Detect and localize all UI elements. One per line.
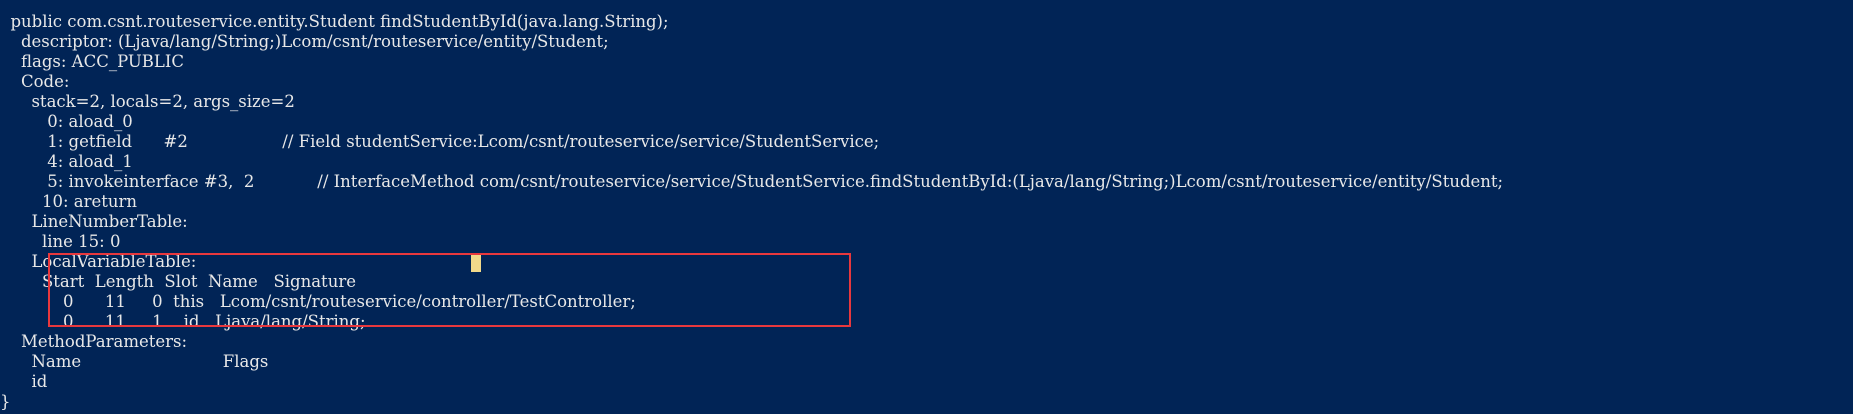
terminal-line: LineNumberTable:	[0, 212, 188, 231]
terminal-line: stack=2, locals=2, args_size=2	[0, 92, 295, 111]
terminal-line: Code:	[0, 72, 70, 91]
terminal-line: 4: aload_1	[0, 152, 133, 171]
terminal-line: flags: ACC_PUBLIC	[0, 52, 185, 71]
terminal-output: public com.csnt.routeservice.entity.Stud…	[0, 12, 1503, 412]
terminal-line: descriptor: (Ljava/lang/String;)Lcom/csn…	[0, 32, 609, 51]
terminal-line: id	[0, 372, 48, 391]
terminal-line: }	[0, 392, 11, 411]
terminal-line: Name Flags	[0, 352, 269, 371]
text-cursor	[471, 255, 481, 272]
terminal-window[interactable]: public com.csnt.routeservice.entity.Stud…	[0, 0, 1853, 414]
terminal-line: 5: invokeinterface #3, 2 // InterfaceMet…	[0, 172, 1504, 191]
terminal-line: 0: aload_0	[0, 112, 133, 131]
terminal-line: 1: getfield #2 // Field studentService:L…	[0, 132, 880, 151]
terminal-line: 10: areturn	[0, 192, 138, 211]
terminal-line: MethodParameters:	[0, 332, 188, 351]
local-variable-table-highlight	[48, 253, 851, 327]
terminal-line: public com.csnt.routeservice.entity.Stud…	[0, 12, 669, 31]
terminal-line: line 15: 0	[0, 232, 121, 251]
